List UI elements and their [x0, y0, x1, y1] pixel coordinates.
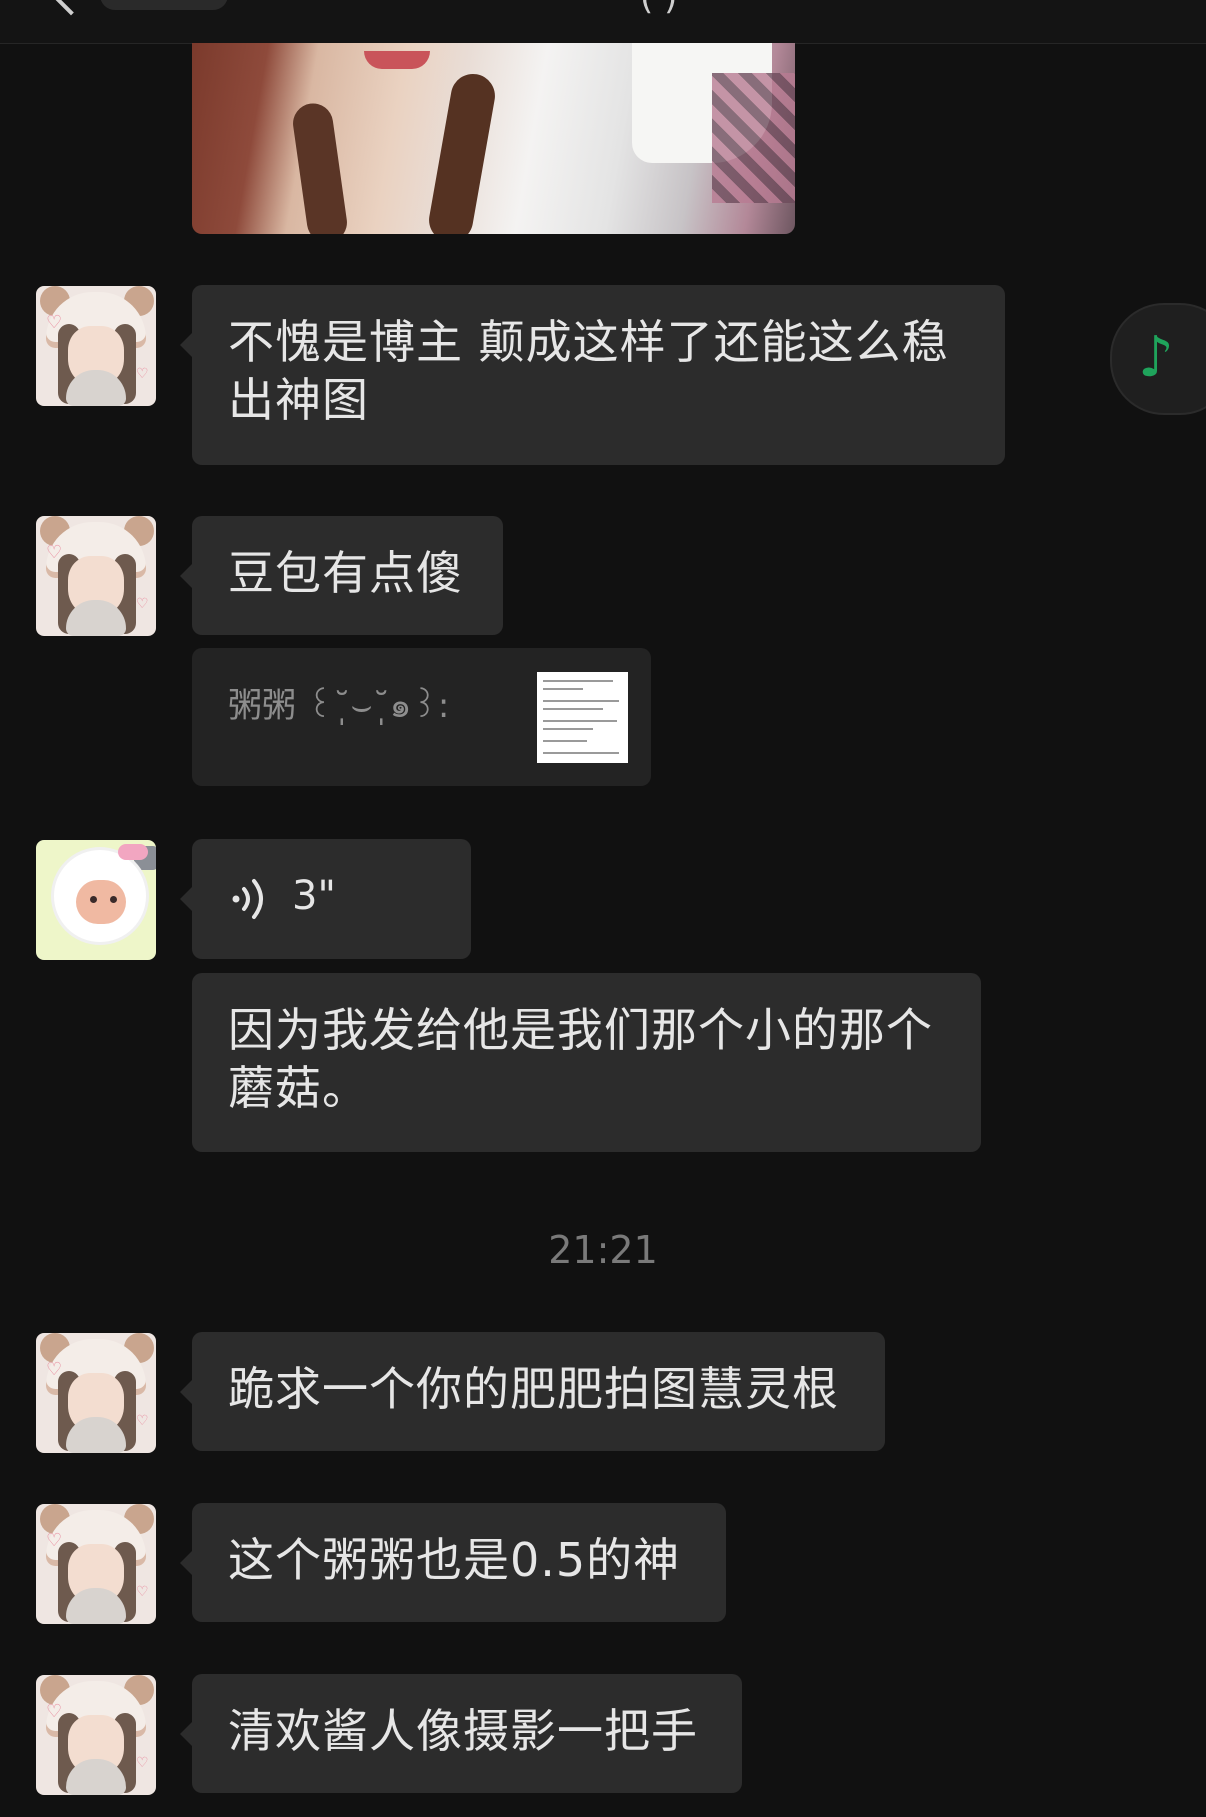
- message-bubble[interactable]: 因为我发给他是我们那个小的那个 蘑菇。: [192, 973, 981, 1152]
- avatar[interactable]: ♡ ♡: [36, 1333, 156, 1453]
- quoted-text: 粥粥 ꒰˘̩̩̩⌣˘̩̩̩๑꒱:: [228, 686, 450, 726]
- header-pill[interactable]: [100, 0, 228, 10]
- message-bubble[interactable]: 这个粥粥也是0.5的神: [180, 1503, 726, 1622]
- avatar[interactable]: ♡ ♡: [36, 1675, 156, 1795]
- floating-music-button[interactable]: ♪: [1110, 303, 1206, 415]
- avatar[interactable]: ♡ ♡: [36, 286, 156, 406]
- message-bubble[interactable]: 豆包有点傻: [180, 516, 503, 635]
- message-bubble[interactable]: 不愧是博主 颠成这样了还能这么稳 出神图: [180, 285, 1005, 465]
- chat-header: ( ): [0, 0, 1206, 44]
- message-bubble[interactable]: 清欢酱人像摄影一把手: [180, 1674, 742, 1793]
- quoted-message[interactable]: 粥粥 ꒰˘̩̩̩⌣˘̩̩̩๑꒱:: [192, 648, 651, 786]
- avatar[interactable]: ♡ ♡: [36, 1504, 156, 1624]
- voice-message[interactable]: 3": [180, 839, 471, 959]
- chat-title-partial: ( ): [640, 0, 677, 18]
- photo-detail: [712, 73, 795, 203]
- back-icon[interactable]: [52, 0, 90, 16]
- photo-detail: [425, 70, 499, 234]
- avatar[interactable]: [36, 840, 156, 960]
- message-bubble[interactable]: 跪求一个你的肥肥拍图慧灵根: [180, 1332, 885, 1451]
- voice-duration: 3": [292, 873, 336, 919]
- photo-detail: [364, 51, 430, 69]
- timestamp: 21:21: [548, 1228, 658, 1272]
- quoted-thumbnail[interactable]: [537, 672, 628, 763]
- avatar[interactable]: ♡ ♡: [36, 516, 156, 636]
- music-note-icon: ♪: [1138, 325, 1174, 390]
- photo-detail: [290, 100, 350, 234]
- photo-message[interactable]: [192, 43, 795, 234]
- voice-wave-icon: [232, 879, 263, 919]
